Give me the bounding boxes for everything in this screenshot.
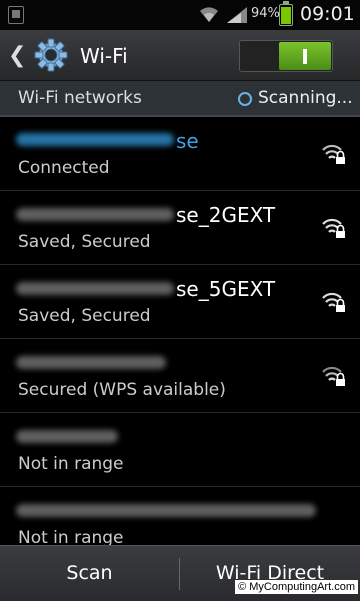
network-list: se Connected se_2GEXT Saved, Secured se_… [0, 117, 360, 560]
network-item[interactable]: se_5GEXT Saved, Secured [0, 265, 360, 339]
wifi-lock-icon [322, 292, 345, 312]
wifi-lock-icon [322, 366, 345, 386]
signal-icon [227, 7, 247, 23]
page-title: Wi-Fi [80, 44, 128, 68]
status-bar: 94% 09:01 [0, 0, 360, 30]
wifi-icon [200, 7, 218, 22]
redacted-ssid [16, 504, 316, 517]
back-chevron-icon[interactable]: ❮ [8, 43, 26, 68]
wifi-toggle[interactable] [239, 40, 333, 72]
network-status: Not in range [18, 454, 124, 474]
action-bar: ❮ Wi-Fi [0, 30, 360, 81]
redacted-ssid [16, 356, 166, 369]
battery-percent: 94% [251, 6, 280, 21]
toggle-knob[interactable] [279, 42, 331, 70]
wifi-lock-icon [322, 144, 345, 164]
redacted-ssid [16, 430, 118, 443]
network-status: Connected [18, 158, 110, 178]
wifi-lock-icon [322, 218, 345, 238]
section-header: Wi-Fi networks Scanning... [0, 81, 360, 117]
section-title: Wi-Fi networks [18, 88, 142, 108]
clock: 09:01 [300, 3, 355, 25]
gear-icon[interactable] [34, 38, 68, 72]
network-name: se_5GEXT [176, 277, 276, 301]
scan-button[interactable]: Scan [0, 546, 179, 601]
network-item-connected[interactable]: se Connected [0, 117, 360, 191]
redacted-ssid [16, 282, 174, 295]
network-item[interactable]: se_2GEXT Saved, Secured [0, 191, 360, 265]
scanning-status: Scanning... [258, 88, 353, 108]
network-status: Saved, Secured [18, 232, 151, 252]
toggle-on-indicator [303, 49, 307, 64]
network-item[interactable]: Not in range [0, 413, 360, 487]
network-status: Saved, Secured [18, 306, 151, 326]
network-status: Secured (WPS available) [18, 380, 226, 400]
network-item[interactable]: Secured (WPS available) [0, 339, 360, 413]
watermark: © MyComputingArt.com [235, 580, 358, 594]
scanning-spinner-icon [238, 92, 252, 106]
network-name: se [176, 129, 199, 153]
redacted-ssid [16, 133, 174, 146]
redacted-ssid [16, 208, 174, 221]
battery-icon [279, 1, 293, 26]
notification-icon [8, 6, 24, 24]
network-name: se_2GEXT [176, 203, 276, 227]
